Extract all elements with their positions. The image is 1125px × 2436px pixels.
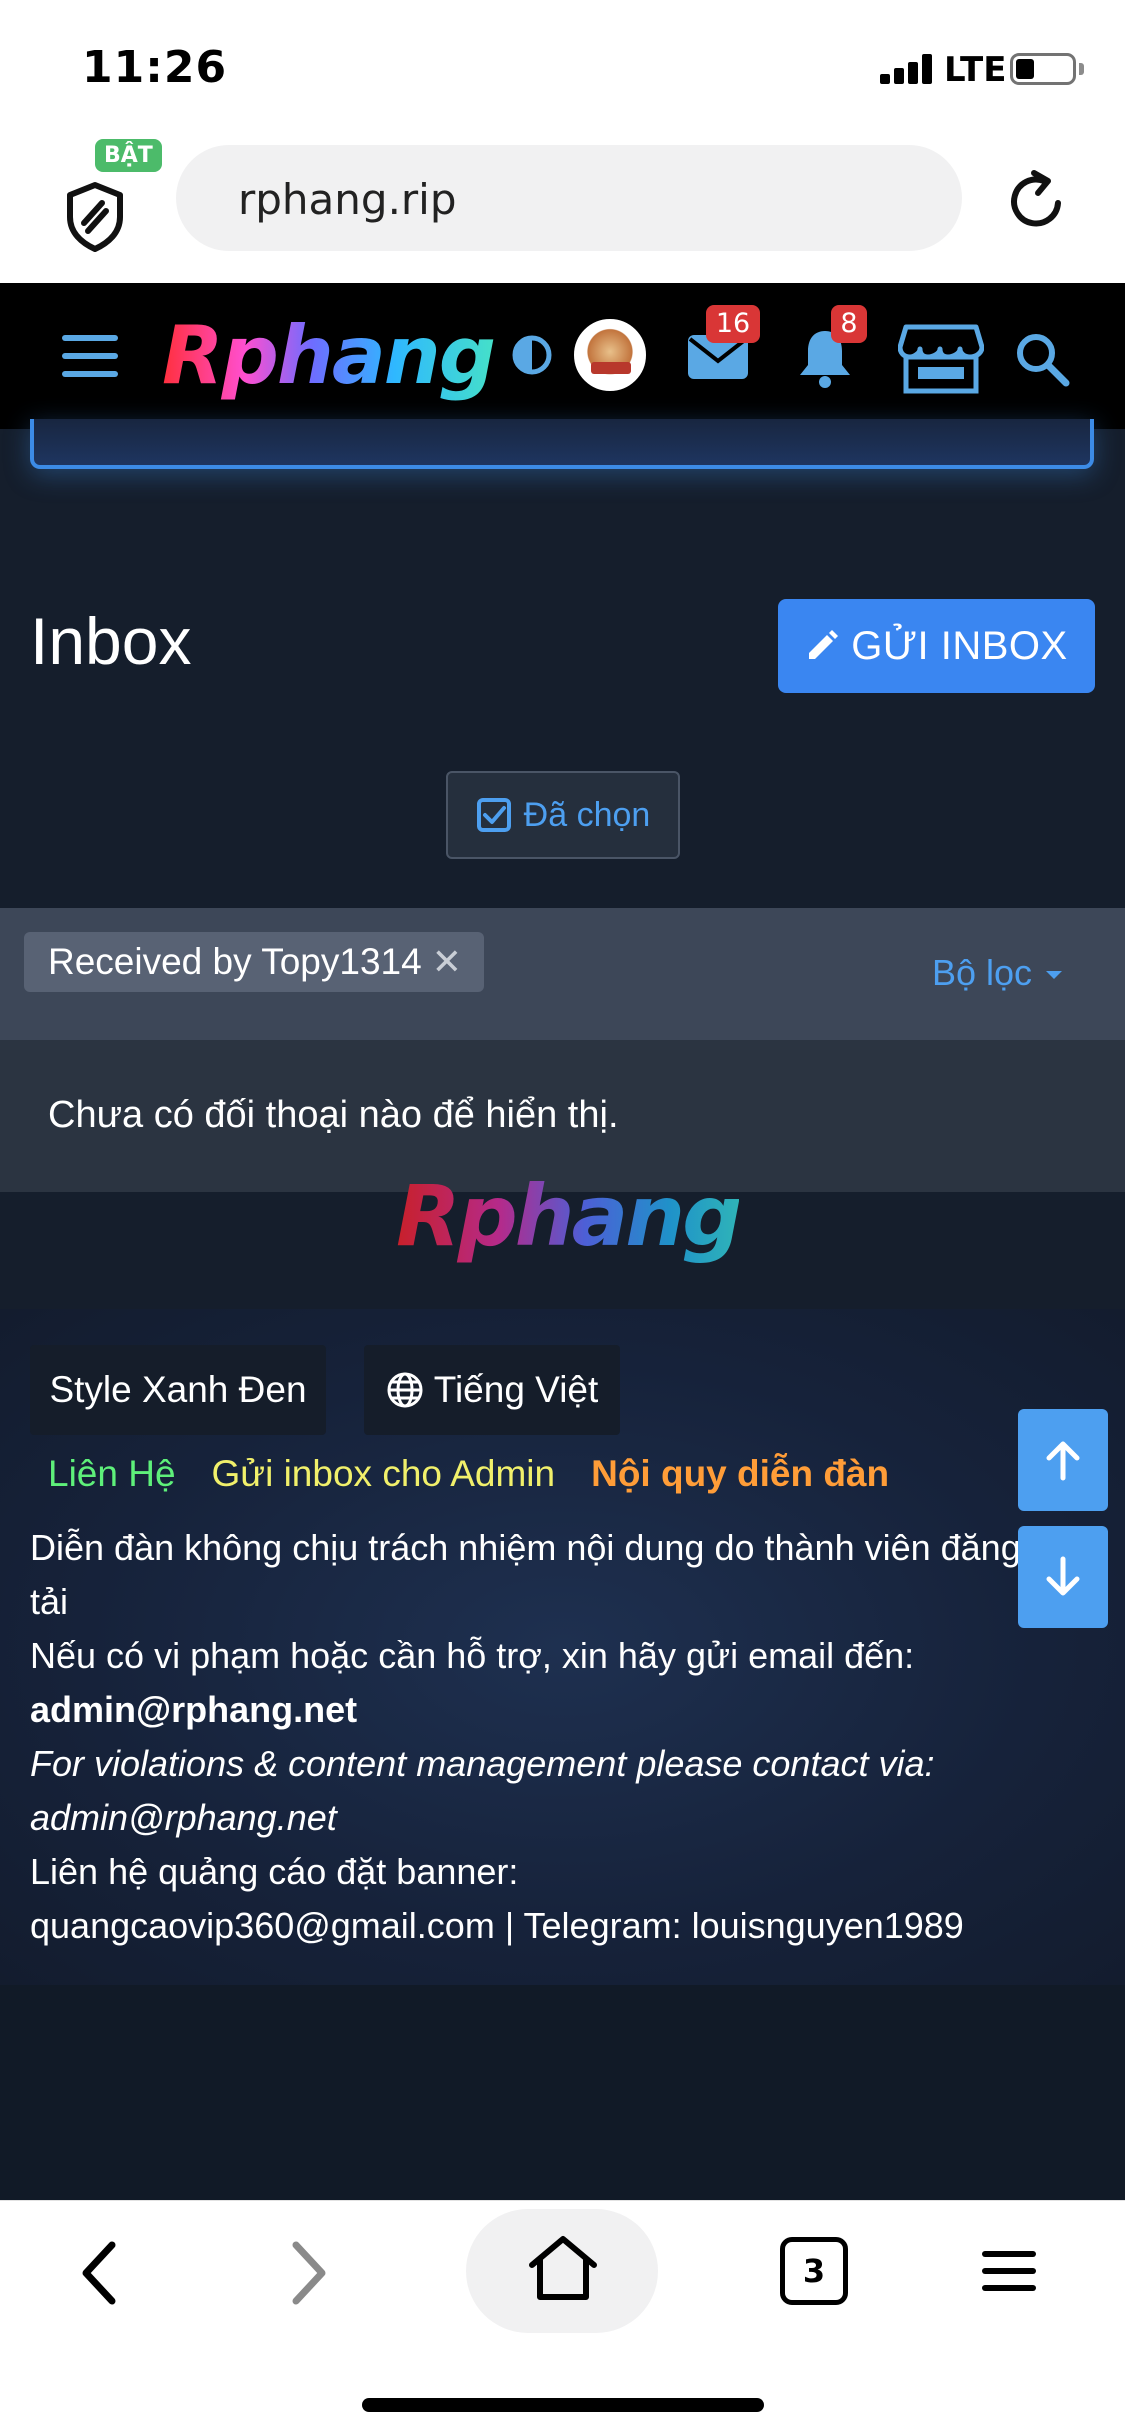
language-label: Tiếng Việt bbox=[433, 1369, 599, 1410]
checkbox-checked-icon bbox=[476, 798, 511, 832]
send-inbox-button[interactable]: GỬI INBOX bbox=[778, 599, 1095, 693]
style-label: Style Xanh Đen bbox=[49, 1369, 307, 1410]
battery-level bbox=[1016, 59, 1034, 79]
page-background bbox=[0, 1985, 1125, 2200]
globe-icon bbox=[387, 1372, 423, 1408]
store-icon[interactable] bbox=[898, 323, 984, 395]
url-text: rphang.rip bbox=[238, 175, 457, 224]
arrow-down-icon bbox=[1046, 1556, 1080, 1596]
inbox-admin-link[interactable]: Gửi inbox cho Admin bbox=[212, 1453, 556, 1495]
main-content: Inbox GỬI INBOX Đã chọn Received by Topy… bbox=[0, 419, 1125, 1309]
active-filter-chip[interactable]: Received by Topy1314 ✕ bbox=[24, 932, 484, 992]
filter-dropdown[interactable]: Bộ lọc bbox=[932, 952, 1063, 994]
tabs-icon[interactable]: 3 bbox=[780, 2237, 848, 2305]
empty-message: Chưa có đối thoại nào để hiển thị. bbox=[48, 1094, 619, 1136]
status-bar: 11:26 LTE bbox=[0, 0, 1125, 135]
site-footer: Style Xanh Đen Tiếng Việt Liên Hệ Gửi in… bbox=[0, 1309, 1125, 1985]
scroll-bottom-button[interactable] bbox=[1018, 1526, 1108, 1628]
language-chooser-button[interactable]: Tiếng Việt bbox=[364, 1345, 620, 1435]
footer-line-1: Diễn đàn không chịu trách nhiệm nội dung… bbox=[30, 1527, 1021, 1622]
footer-disclaimer: Diễn đàn không chịu trách nhiệm nội dung… bbox=[30, 1521, 1030, 1953]
forum-rules-link[interactable]: Nội quy diễn đàn bbox=[591, 1453, 889, 1495]
footer-line-5: Liên hệ quảng cáo đặt banner: bbox=[30, 1851, 519, 1892]
browser-menu-icon[interactable] bbox=[982, 2251, 1036, 2291]
filter-bar: Received by Topy1314 ✕ Bộ lọc bbox=[0, 908, 1125, 1040]
contrast-toggle-icon[interactable] bbox=[512, 335, 552, 375]
filter-chip-label: Received by Topy1314 bbox=[48, 941, 422, 982]
selected-button[interactable]: Đã chọn bbox=[446, 771, 680, 859]
search-icon[interactable] bbox=[1014, 331, 1070, 387]
send-inbox-label: GỬI INBOX bbox=[851, 623, 1068, 668]
banner-frame bbox=[30, 419, 1094, 469]
footer-line-6: quangcaovip360@gmail.com | Telegram: lou… bbox=[30, 1905, 964, 1946]
pencil-icon bbox=[809, 630, 839, 659]
url-bar[interactable]: rphang.rip bbox=[176, 145, 962, 251]
footer-line-2: Nếu có vi phạm hoặc cần hỗ trợ, xin hãy … bbox=[30, 1635, 915, 1676]
footer-links: Liên Hệ Gửi inbox cho Admin Nội quy diễn… bbox=[48, 1453, 889, 1495]
reload-icon[interactable] bbox=[1000, 165, 1072, 237]
close-icon[interactable]: ✕ bbox=[432, 941, 462, 983]
network-label: LTE bbox=[944, 50, 1007, 90]
forward-icon[interactable] bbox=[280, 2239, 336, 2307]
caret-down-icon bbox=[1046, 971, 1063, 979]
shield-status-badge: BẬT bbox=[95, 139, 162, 172]
battery-tip bbox=[1079, 63, 1084, 75]
footer-email[interactable]: admin@rphang.net bbox=[30, 1683, 1030, 1737]
footer-logo: Rphang bbox=[396, 1167, 742, 1265]
avatar[interactable] bbox=[574, 319, 646, 391]
signal-icon bbox=[880, 54, 934, 84]
home-indicator bbox=[362, 2398, 764, 2412]
scroll-top-button[interactable] bbox=[1018, 1409, 1108, 1511]
contact-link[interactable]: Liên Hệ bbox=[48, 1453, 176, 1495]
arrow-up-icon bbox=[1046, 1441, 1080, 1481]
status-time: 11:26 bbox=[82, 42, 228, 93]
home-icon[interactable] bbox=[528, 2233, 598, 2301]
page-title: Inbox bbox=[30, 604, 192, 678]
filter-dropdown-label: Bộ lọc bbox=[932, 952, 1033, 993]
style-chooser-button[interactable]: Style Xanh Đen bbox=[30, 1345, 326, 1435]
mail-count-badge: 16 bbox=[706, 305, 760, 343]
browser-top-bar: BẬT rphang.rip bbox=[0, 135, 1125, 283]
site-header: Rphang 16 8 bbox=[0, 283, 1125, 429]
menu-icon[interactable] bbox=[62, 335, 118, 377]
notification-count-badge: 8 bbox=[831, 305, 867, 343]
site-logo[interactable]: Rphang bbox=[162, 309, 496, 402]
footer-line-4: For violations & content management plea… bbox=[30, 1743, 935, 1838]
selected-label: Đã chọn bbox=[523, 795, 651, 834]
shield-icon[interactable] bbox=[60, 165, 130, 255]
back-icon[interactable] bbox=[72, 2239, 128, 2307]
